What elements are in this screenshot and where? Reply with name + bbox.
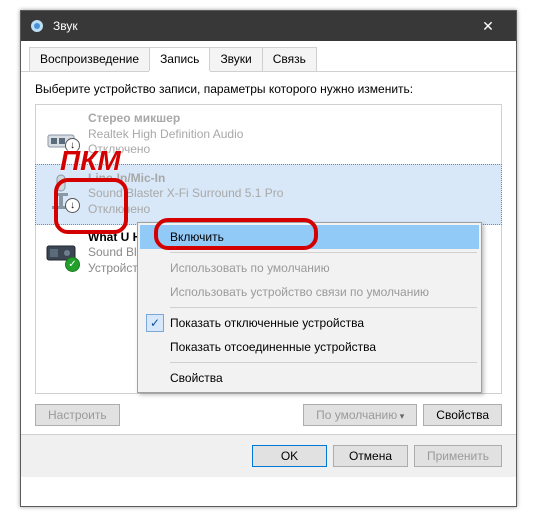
ctx-separator xyxy=(170,252,477,253)
ctx-separator xyxy=(170,307,477,308)
ctx-show-disabled[interactable]: ✓ Показать отключенные устройства xyxy=(140,311,479,335)
device-name: Line-In/Mic-In xyxy=(88,171,493,187)
ctx-label: Показать отключенные устройства xyxy=(170,316,364,330)
ctx-enable[interactable]: Включить xyxy=(140,225,479,249)
instruction-text: Выберите устройство записи, параметры ко… xyxy=(21,72,516,104)
sound-app-icon xyxy=(29,18,45,34)
ctx-set-default[interactable]: Использовать по умолчанию xyxy=(140,256,479,280)
configure-button[interactable]: Настроить xyxy=(35,404,120,426)
mic-icon: ↓ xyxy=(44,171,78,211)
ctx-properties[interactable]: Свойства xyxy=(140,366,479,390)
list-buttons: Настроить По умолчанию Свойства xyxy=(21,394,516,434)
device-desc: Realtek High Definition Audio xyxy=(88,127,493,143)
device-item[interactable]: ↓ Стерео микшер Realtek High Definition … xyxy=(36,105,501,165)
tab-strip: Воспроизведение Запись Звуки Связь xyxy=(21,41,516,72)
device-properties-button[interactable]: Свойства xyxy=(423,404,502,426)
device-name: Стерео микшер xyxy=(88,111,493,127)
titlebar[interactable]: Звук ✕ xyxy=(21,11,516,41)
context-menu: Включить Использовать по умолчанию Испол… xyxy=(137,222,482,393)
ctx-set-comm-default[interactable]: Использовать устройство связи по умолчан… xyxy=(140,280,479,304)
device-status: Отключено xyxy=(88,202,493,218)
tab-playback[interactable]: Воспроизведение xyxy=(29,47,150,71)
device-status: Отключено xyxy=(88,142,493,158)
apply-button[interactable]: Применить xyxy=(414,445,502,467)
check-icon: ✓ xyxy=(146,314,164,332)
device-desc: Sound Blaster X-Fi Surround 5.1 Pro xyxy=(88,186,493,202)
ctx-separator xyxy=(170,362,477,363)
mixer-icon: ↓ xyxy=(44,111,78,151)
device-info: Line-In/Mic-In Sound Blaster X-Fi Surrou… xyxy=(88,171,493,218)
tab-recording[interactable]: Запись xyxy=(149,47,210,71)
cancel-button[interactable]: Отмена xyxy=(333,445,408,467)
arrow-down-badge: ↓ xyxy=(65,138,80,153)
dialog-buttons: OK Отмена Применить xyxy=(21,434,516,477)
ok-button[interactable]: OK xyxy=(252,445,327,467)
soundcard-icon: ✓ xyxy=(44,230,78,270)
set-default-button[interactable]: По умолчанию xyxy=(303,404,417,426)
check-badge: ✓ xyxy=(65,257,80,272)
window-title: Звук xyxy=(53,19,468,33)
device-info: Стерео микшер Realtek High Definition Au… xyxy=(88,111,493,158)
arrow-down-badge: ↓ xyxy=(65,198,80,213)
tab-comm[interactable]: Связь xyxy=(262,47,317,71)
close-button[interactable]: ✕ xyxy=(468,18,508,35)
ctx-show-disconnected[interactable]: Показать отсоединенные устройства xyxy=(140,335,479,359)
tab-sounds[interactable]: Звуки xyxy=(209,47,262,71)
device-item[interactable]: ↓ Line-In/Mic-In Sound Blaster X-Fi Surr… xyxy=(35,164,502,225)
